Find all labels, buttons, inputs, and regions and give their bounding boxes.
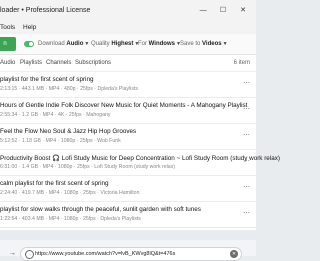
tab-audio[interactable]: Audio (0, 55, 15, 71)
save-location-label: Save to (180, 41, 201, 47)
minimize-icon[interactable]: — (194, 0, 212, 22)
menu-bar: Tools Help (0, 22, 256, 34)
item-title: calm playlist for the first scent of spr… (0, 180, 109, 187)
list-item[interactable]: Hours of Gentle Indie Folk Discover New … (0, 98, 256, 124)
url-input[interactable] (35, 249, 215, 259)
download-type-label: Download (38, 41, 65, 47)
quality-label: Quality (91, 41, 110, 47)
list-item[interactable]: Productivity Boost 🎧 Lofi Study Music fo… (0, 150, 280, 176)
save-location-select[interactable]: Save to Videos▼ (180, 34, 228, 54)
save-location-value: Videos (202, 41, 222, 47)
smart-mode-toggle[interactable] (24, 41, 34, 47)
tab-subscriptions[interactable]: Subscriptions (75, 55, 111, 71)
list-item[interactable]: playlist for the first scent of spring 2… (0, 72, 256, 98)
more-options-icon[interactable]: ⋯ (243, 131, 250, 139)
quality-value: Highest (111, 41, 134, 47)
list-item[interactable]: playlist for slow walks through the peac… (0, 202, 256, 228)
list-item[interactable]: calm playlist for the first scent of spr… (0, 176, 256, 202)
item-meta: 5:12:52 · 1.18 GB · MP4 · 1080p · 25fps … (0, 138, 121, 144)
window-title: loader • Professional License (0, 7, 91, 14)
item-count: 6 item (233, 60, 250, 66)
more-options-icon[interactable]: ⋯ (243, 183, 250, 191)
more-options-icon[interactable]: ⋯ (243, 209, 250, 217)
more-options-icon[interactable]: ⋯ (243, 79, 250, 87)
platform-select[interactable]: For Windows▼ (138, 34, 181, 54)
platform-label: For (138, 41, 147, 47)
item-title: Productivity Boost 🎧 Lofi Study Music fo… (0, 155, 280, 162)
tab-playlists[interactable]: Playlists (20, 55, 42, 71)
download-type-select[interactable]: Download Audio▼ (38, 34, 89, 54)
item-meta: 6:31:00 · 1.4 GB · MP4 · 1080p · 25fps ·… (0, 164, 176, 170)
item-meta: 1:22:54 · 403.4 MB · MP4 · 1080p · 25fps… (0, 216, 141, 222)
toolbar: n Download Audio▼ Quality Highest▼ For W… (0, 34, 256, 55)
item-meta: 2:55:34 · 1.2 GB · MP4 · 4K · 25fps · Ma… (0, 112, 111, 118)
quality-select[interactable]: Quality Highest▼ (91, 34, 139, 54)
menu-item-tools[interactable]: Tools (0, 24, 15, 31)
title-bar: loader • Professional License — ☐ ✕ (0, 0, 256, 22)
globe-icon (25, 250, 34, 259)
menu-item-help[interactable]: Help (23, 24, 36, 31)
item-title: playlist for slow walks through the peac… (0, 206, 201, 213)
item-meta: 2:13:15 · 443.1 MB · MP4 · 480p · 25fps … (0, 86, 138, 92)
list-item[interactable]: Feel the Flow Neo Soul & Jazz Hip Hop Gr… (0, 124, 256, 150)
more-options-icon[interactable]: ⋯ (243, 157, 250, 165)
chevron-down-icon: ▼ (84, 41, 90, 47)
close-icon[interactable]: ✕ (234, 0, 252, 22)
paste-link-label: n (3, 41, 7, 47)
more-options-icon[interactable]: ⋯ (243, 105, 250, 113)
item-title: Hours of Gentle Indie Folk Discover New … (0, 102, 248, 109)
platform-value: Windows (148, 41, 175, 47)
content-tabs: Audio Playlists Channels Subscriptions 6… (0, 55, 256, 72)
chevron-down-icon: ▼ (222, 41, 228, 47)
tab-channels[interactable]: Channels (46, 55, 71, 71)
url-field[interactable]: ✕ (20, 247, 242, 261)
item-title: Feel the Flow Neo Soul & Jazz Hip Hop Gr… (0, 128, 137, 135)
window-controls: — ☐ ✕ (194, 0, 252, 22)
item-title: playlist for the first scent of spring (0, 76, 94, 83)
item-meta: 2:24:40 · 419.7 MB · MP4 · 1080p · 25fps… (0, 190, 140, 196)
download-type-value: Audio (66, 41, 84, 47)
maximize-icon[interactable]: ☐ (214, 0, 232, 22)
paste-link-button[interactable]: n (0, 37, 16, 51)
clear-icon[interactable]: ✕ (230, 250, 238, 258)
download-list: playlist for the first scent of spring 2… (0, 72, 280, 230)
